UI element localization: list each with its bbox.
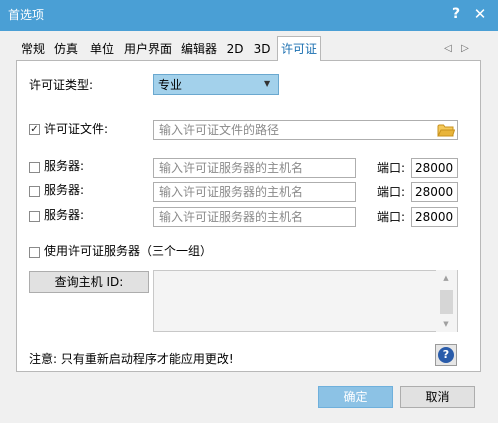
license-file-label: 许可证文件: [44, 122, 109, 136]
use-server-group-label: 使用许可证服务器（三个一组） [44, 244, 213, 258]
scroll-up-icon[interactable]: ▲ [441, 273, 451, 283]
tab-user-interface[interactable]: 用户界面 [123, 40, 173, 59]
help-button[interactable]: ? [435, 344, 457, 366]
folder-icon[interactable] [437, 123, 456, 137]
server-2-checkbox[interactable] [29, 186, 40, 197]
ok-button[interactable]: 确定 [318, 386, 393, 408]
tab-2d[interactable]: 2D [226, 40, 244, 59]
server-3-label: 服务器: [44, 208, 85, 222]
title-help-button[interactable]: ? [446, 4, 466, 24]
tab-license[interactable]: 许可证 [277, 36, 321, 61]
server-3-host-input[interactable]: 输入许可证服务器的主机名 [153, 207, 356, 227]
license-type-label: 许可证类型: [29, 78, 94, 92]
license-type-select[interactable]: 专业 ▼ [153, 74, 279, 95]
help-icon: ? [438, 347, 454, 363]
use-server-group-checkbox[interactable] [29, 247, 40, 258]
tab-simulation[interactable]: 仿真 [53, 40, 79, 59]
tab-general[interactable]: 常规 [20, 40, 46, 59]
server-1-port-input[interactable]: 28000 [411, 158, 458, 178]
server-2-placeholder: 输入许可证服务器的主机名 [159, 185, 304, 199]
window-title: 首选项 [8, 8, 45, 22]
title-bar: 首选项 ? ✕ [0, 0, 498, 31]
server-1-checkbox[interactable] [29, 162, 40, 173]
tab-editor[interactable]: 编辑器 [181, 40, 217, 59]
server-3-port-label: 端口: [377, 210, 406, 224]
license-type-value: 专业 [158, 78, 183, 92]
server-3-checkbox[interactable] [29, 211, 40, 222]
server-3-placeholder: 输入许可证服务器的主机名 [159, 210, 304, 224]
server-1-host-input[interactable]: 输入许可证服务器的主机名 [153, 158, 356, 178]
server-1-placeholder: 输入许可证服务器的主机名 [159, 161, 304, 175]
server-1-port-label: 端口: [377, 161, 406, 175]
dropdown-arrow-icon: ▼ [264, 79, 271, 88]
restart-notice: 注意: 只有重新启动程序才能应用更改! [29, 352, 234, 366]
tab-3d[interactable]: 3D [253, 40, 271, 59]
server-3-port-input[interactable]: 28000 [411, 207, 458, 227]
host-id-result-area[interactable] [153, 270, 458, 332]
license-file-checkbox[interactable]: ✓ [29, 124, 40, 135]
license-file-placeholder: 输入许可证文件的路径 [159, 123, 280, 137]
query-host-id-button[interactable]: 查询主机 ID: [29, 271, 149, 293]
server-1-label: 服务器: [44, 159, 85, 173]
cancel-button[interactable]: 取消 [400, 386, 475, 408]
scroll-down-icon[interactable]: ▼ [441, 319, 451, 329]
server-2-host-input[interactable]: 输入许可证服务器的主机名 [153, 182, 356, 202]
license-panel: 许可证类型: 专业 ▼ ✓ 许可证文件: 输入许可证文件的路径 服务器: 输入许… [16, 60, 481, 372]
tab-scroll-left-icon[interactable]: ◁ [443, 42, 453, 56]
host-id-scrollbar[interactable]: ▲ ▼ [436, 270, 457, 332]
scroll-thumb[interactable] [440, 290, 453, 314]
license-file-path-input[interactable]: 输入许可证文件的路径 [153, 120, 458, 140]
server-2-port-label: 端口: [377, 185, 406, 199]
close-button[interactable]: ✕ [470, 4, 490, 24]
server-2-port-input[interactable]: 28000 [411, 182, 458, 202]
server-2-label: 服务器: [44, 183, 85, 197]
tab-scroll-right-icon[interactable]: ▷ [460, 42, 470, 56]
tab-units[interactable]: 单位 [89, 40, 115, 59]
